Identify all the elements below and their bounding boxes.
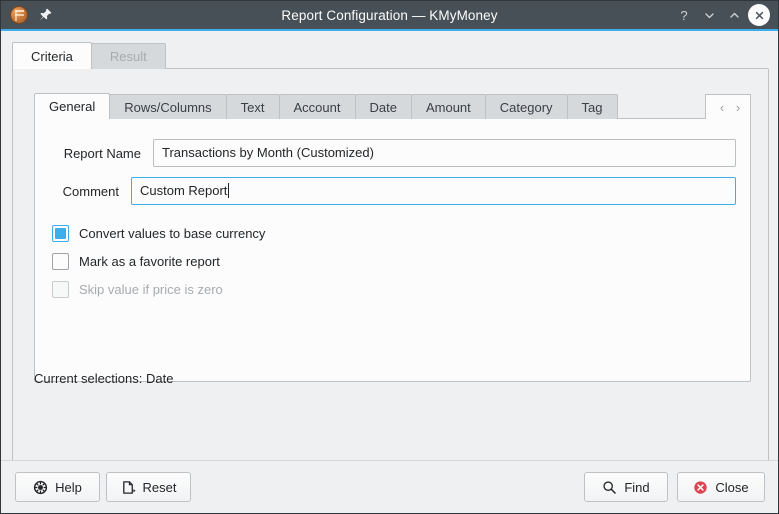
tab-result-label: Result [109, 49, 147, 64]
checkbox-skip-zero-price-box [52, 280, 69, 298]
help-icon [34, 480, 48, 494]
tab-category-label: Category [499, 99, 553, 115]
search-icon [603, 480, 617, 494]
text-caret [228, 183, 230, 198]
checkbox-skip-zero-price-label: Skip value if price is zero [79, 281, 223, 297]
find-button[interactable]: Find [584, 472, 668, 502]
report-configuration-window: Report Configuration — KMyMoney ? Criter… [0, 0, 779, 514]
window-close-button[interactable] [748, 4, 770, 26]
tab-text-label: Text [240, 99, 265, 115]
tab-criteria-label: Criteria [31, 48, 73, 64]
criteria-panel: General Rows/Columns Text Account Date A… [12, 68, 769, 468]
dialog-button-box: Help Reset Find Close [1, 460, 778, 513]
report-name-row: Report Name Transactions by Month (Custo… [51, 139, 736, 167]
tab-account-label: Account [293, 99, 341, 115]
window-maximize-button[interactable] [723, 4, 745, 26]
tab-rows-columns[interactable]: Rows/Columns [109, 94, 227, 119]
tab-tag-label: Tag [581, 99, 603, 115]
checkbox-convert-values-label: Convert values to base currency [79, 225, 266, 241]
checkbox-favorite-report-label: Mark as a favorite report [79, 253, 220, 269]
window-titlebar[interactable]: Report Configuration — KMyMoney ? [1, 1, 778, 31]
tab-rows-columns-label: Rows/Columns [124, 99, 212, 115]
inner-tabbar: General Rows/Columns Text Account Date A… [34, 92, 751, 119]
revert-icon [122, 480, 136, 494]
window-controls: ? [673, 4, 778, 26]
criteria-result-tabwidget: Criteria Result General Rows/Columns Tex… [12, 41, 769, 468]
report-name-input[interactable]: Transactions by Month (Customized) [153, 139, 736, 167]
comment-input[interactable]: Custom Report [131, 177, 736, 205]
comment-row: Comment Custom Report [51, 177, 736, 205]
window-help-button[interactable]: ? [673, 4, 695, 26]
window-body: Criteria Result General Rows/Columns Tex… [1, 31, 778, 513]
criteria-inner-tabwidget: General Rows/Columns Text Account Date A… [34, 92, 751, 382]
tabbar-scroll-controls: ‹ › [705, 94, 751, 119]
tab-general[interactable]: General [34, 93, 111, 119]
checkbox-favorite-report-box[interactable] [52, 252, 69, 270]
help-button[interactable]: Help [15, 472, 100, 502]
window-title: Report Configuration — KMyMoney [281, 7, 498, 23]
close-circle-icon [694, 480, 708, 494]
general-tab-page: Report Name Transactions by Month (Custo… [34, 118, 751, 382]
reset-button[interactable]: Reset [106, 472, 191, 502]
tab-criteria[interactable]: Criteria [12, 42, 92, 69]
comment-label: Comment [62, 183, 119, 199]
window-minimize-button[interactable] [698, 4, 720, 26]
close-button[interactable]: Close [677, 472, 765, 502]
chevron-left-icon[interactable]: ‹ [715, 97, 729, 117]
tab-amount-label: Amount [425, 99, 471, 115]
checkbox-favorite-report-row[interactable]: Mark as a favorite report [52, 247, 265, 275]
tab-tag[interactable]: Tag [566, 94, 618, 119]
general-options-group: Convert values to base currency Mark as … [52, 219, 265, 303]
checkbox-convert-values-box[interactable] [52, 224, 69, 242]
checkbox-skip-zero-price-row: Skip value if price is zero [52, 275, 265, 303]
report-name-value: Transactions by Month (Customized) [162, 145, 374, 160]
comment-value: Custom Report [140, 183, 228, 198]
tab-category[interactable]: Category [484, 94, 568, 119]
report-name-label: Report Name [63, 145, 141, 161]
current-selections-label: Current selections: Date [34, 371, 174, 386]
chevron-right-icon[interactable]: › [731, 97, 745, 117]
outer-tabbar: Criteria Result [12, 41, 769, 69]
find-button-label: Find [624, 479, 650, 495]
help-button-label: Help [55, 479, 82, 495]
tab-general-label: General [49, 99, 96, 114]
tab-result[interactable]: Result [90, 43, 166, 69]
tab-date-label: Date [369, 99, 397, 115]
titlebar-left-icons [1, 6, 53, 24]
tab-date[interactable]: Date [354, 94, 412, 119]
tab-amount[interactable]: Amount [410, 94, 486, 119]
reset-button-label: Reset [142, 479, 177, 495]
tab-account[interactable]: Account [278, 94, 356, 119]
close-button-label: Close [715, 479, 749, 495]
tab-text[interactable]: Text [225, 94, 280, 119]
pin-icon[interactable] [37, 7, 53, 23]
checkbox-convert-values-row[interactable]: Convert values to base currency [52, 219, 265, 247]
kmymoney-coin-icon [10, 6, 28, 24]
